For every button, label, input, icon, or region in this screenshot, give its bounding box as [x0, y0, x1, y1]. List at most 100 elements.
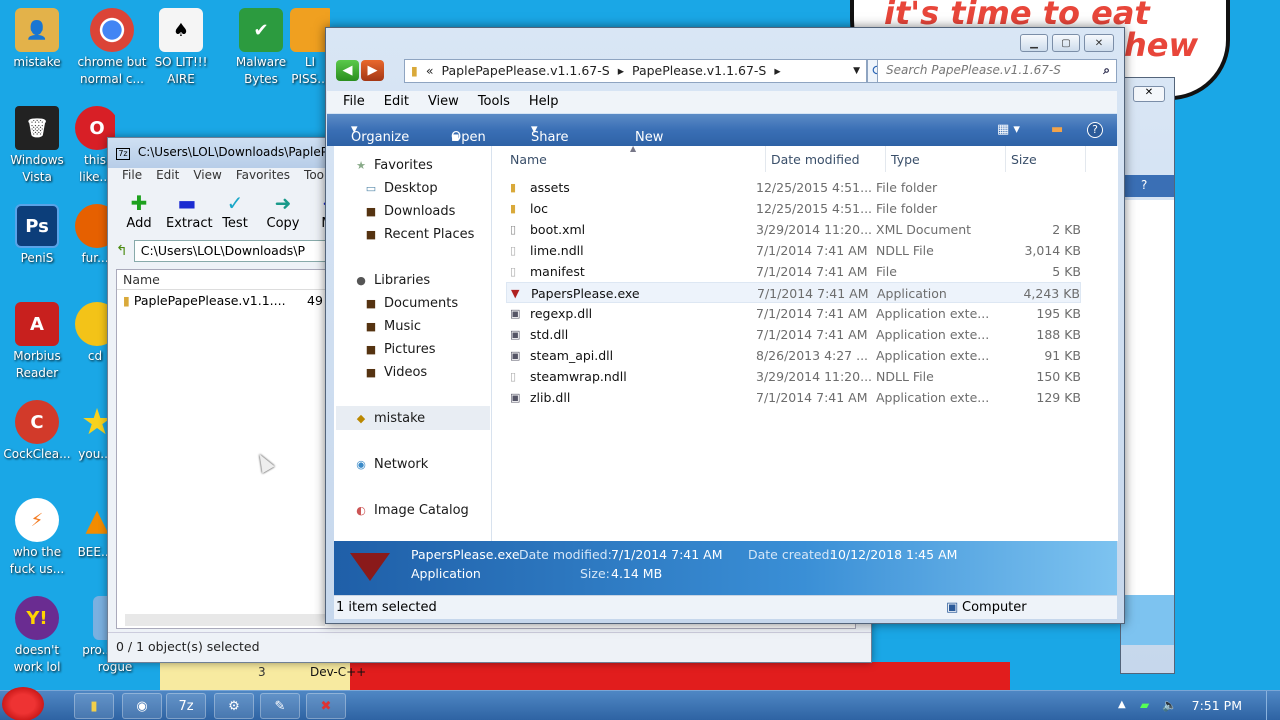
file-type: File folder — [876, 180, 938, 195]
help-icon[interactable]: ? — [1087, 122, 1103, 138]
add-button[interactable]: ✚ Add — [118, 190, 160, 234]
7zip-menu-file[interactable]: File — [122, 168, 142, 186]
file-name: std.dll — [530, 327, 569, 342]
taskbar-explorer[interactable]: ▮ — [74, 693, 114, 719]
file-date-modified: 3/29/2014 11:20... — [756, 369, 873, 384]
desktop-icon-photoshop[interactable]: Ps PeniS — [0, 204, 74, 267]
preview-pane-icon[interactable]: ▬ — [1051, 122, 1063, 137]
nav-image-catalog[interactable]: ◐ Image Catalog — [354, 503, 469, 518]
file-row[interactable]: ▯ boot.xml 3/29/2014 11:20... XML Document 2… — [506, 219, 1081, 240]
desktop-icon-recycle-bin[interactable]: 🗑 Windows Vista — [0, 106, 74, 186]
maximize-button[interactable]: ▢ — [1052, 34, 1080, 52]
7zip-menu-edit[interactable]: Edit — [156, 168, 179, 186]
breadcrumb-item[interactable]: PapePlease.v1.1.67-S — [632, 63, 766, 79]
share-with-button[interactable]: Share with ▾ — [531, 122, 569, 160]
7zip-status-bar: 0 / 1 object(s) selected — [108, 632, 871, 662]
chevron-right-icon[interactable]: ▸ — [618, 63, 624, 79]
details-date-created: 10/12/2018 1:45 AM — [830, 547, 958, 562]
column-type[interactable]: Type — [891, 152, 920, 167]
nav-libraries[interactable]: ● Libraries — [354, 273, 430, 288]
show-desktop-button[interactable] — [1266, 691, 1280, 720]
help-icon[interactable]: ? — [1141, 178, 1147, 192]
column-name[interactable]: Name — [510, 152, 547, 167]
nav-recent-places[interactable]: ■ Recent Places — [364, 227, 475, 242]
back-button[interactable]: ◀ — [336, 60, 359, 81]
address-bar[interactable]: ▮ « PaplePapePlease.v1.1.67-S ▸ PapePlea… — [404, 59, 867, 83]
explorer-window[interactable]: ▁ ▢ ✕ ◀ ▶ ▮ « PaplePapePlease.v1.1.67-S … — [325, 27, 1125, 624]
file-icon: ▯ — [510, 370, 517, 383]
file-row[interactable]: ▣ steam_api.dll 8/26/2013 4:27 ... Applicat… — [506, 345, 1081, 366]
desktop-icon-mistake[interactable]: 👤 mistake — [0, 8, 74, 71]
desktop-icon-solitaire[interactable]: ♠ SO LIT!!! AIRE — [144, 8, 218, 88]
nav-videos[interactable]: ■ Videos — [364, 365, 427, 380]
volume-icon[interactable]: 🔈 — [1162, 698, 1177, 712]
nav-pictures[interactable]: ■ Pictures — [364, 342, 436, 357]
file-row[interactable]: ▮ assets 12/25/2015 4:51... File folder — [506, 177, 1081, 198]
close-button[interactable]: ✕ — [1084, 34, 1114, 52]
folder-up-icon[interactable]: ↰ — [116, 243, 128, 259]
desktop-icon-yahoo[interactable]: Y! doesn't work lol — [0, 596, 74, 676]
desktop-icon-avast[interactable]: ⚡ who the fuck us... — [0, 498, 74, 578]
file-date-modified: 12/25/2015 4:51... — [756, 180, 873, 195]
horizontal-scrollbar[interactable] — [125, 614, 325, 626]
menu-edit[interactable]: Edit — [384, 94, 409, 113]
nav-favorites[interactable]: ★ Favorites — [354, 158, 433, 173]
search-input[interactable]: Search PapePlease.v1.1.67-S ⌕ — [877, 59, 1117, 83]
forward-button[interactable]: ▶ — [361, 60, 384, 81]
nav-desktop[interactable]: ▭ Desktop — [364, 181, 438, 196]
menu-file[interactable]: File — [343, 94, 365, 113]
taskbar-clock[interactable]: 7:51 PM — [1192, 698, 1242, 713]
nav-network[interactable]: ◉ Network — [354, 457, 428, 472]
nav-music[interactable]: ■ Music — [364, 319, 421, 334]
battery-icon[interactable]: ▰ — [1140, 698, 1149, 712]
background-window[interactable]: ✕ ? — [1120, 77, 1175, 674]
file-row[interactable]: ▯ lime.ndll 7/1/2014 7:41 AM NDLL File 3,014… — [506, 240, 1081, 261]
7zip-menu-view[interactable]: View — [193, 168, 221, 186]
file-row[interactable]: ▮ loc 12/25/2015 4:51... File folder — [506, 198, 1081, 219]
folder-icon: ▮ — [411, 63, 418, 78]
7zip-menu-favorites[interactable]: Favorites — [236, 168, 290, 186]
test-button[interactable]: ✓ Test — [214, 190, 256, 234]
file-size: 2 KB — [1052, 222, 1081, 237]
file-row[interactable]: ▣ zlib.dll 7/1/2014 7:41 AM Application ext… — [506, 387, 1081, 408]
solitaire-icon: ♠ — [159, 8, 203, 52]
start-button[interactable] — [2, 687, 44, 720]
search-icon[interactable]: ⌕ — [1103, 63, 1110, 78]
menu-help[interactable]: Help — [529, 94, 559, 113]
view-options-icon[interactable]: ▦ ▾ — [997, 122, 1020, 137]
file-row[interactable]: ▣ std.dll 7/1/2014 7:41 AM Application exte… — [506, 324, 1081, 345]
desktop-icon-malwarebytes[interactable]: ✔ Malware Bytes — [224, 8, 298, 88]
desktop-icon-game[interactable]: LI PISS... — [290, 8, 330, 88]
minimize-button[interactable]: ▁ — [1020, 34, 1048, 52]
file-size: 129 KB — [1036, 390, 1081, 405]
nav-downloads[interactable]: ■ Downloads — [364, 204, 456, 219]
column-date-modified[interactable]: Date modified — [771, 152, 860, 167]
menu-tools[interactable]: Tools — [478, 94, 510, 113]
plus-icon: ✚ — [130, 191, 148, 215]
close-icon[interactable]: ✕ — [1133, 86, 1165, 102]
desktop-icon-chrome[interactable]: chrome but normal c... — [75, 8, 149, 88]
taskbar-tool[interactable]: ✎ — [260, 693, 300, 719]
taskbar-chrome[interactable]: ◉ — [122, 693, 162, 719]
taskbar-app[interactable]: ⚙ — [214, 693, 254, 719]
menu-view[interactable]: View — [428, 94, 459, 113]
chevron-right-icon[interactable]: ▸ — [774, 63, 780, 79]
desktop-icon-ccleaner[interactable]: C CockClea... — [0, 400, 74, 463]
file-row[interactable]: ▯ manifest 7/1/2014 7:41 AM File 5 KB — [506, 261, 1081, 282]
nav-documents[interactable]: ■ Documents — [364, 296, 458, 311]
chevron-down-icon[interactable]: ▼ — [853, 66, 860, 76]
taskbar-papers-please[interactable]: ✖ — [306, 693, 346, 719]
breadcrumb-item[interactable]: PaplePapePlease.v1.1.67-S — [442, 63, 610, 79]
taskbar-7zip[interactable]: 7z — [166, 693, 206, 719]
nav-user-mistake[interactable]: ◆ mistake — [354, 411, 425, 426]
extract-button[interactable]: ▬ Extract — [166, 190, 213, 234]
column-size[interactable]: Size — [1011, 152, 1037, 167]
organize-button[interactable]: Organize ▾ — [351, 122, 409, 145]
file-list[interactable]: Name ▲ Date modified Type Size ▮ assets 12… — [492, 144, 1118, 541]
chevron-up-icon[interactable]: ▲ — [1118, 699, 1126, 710]
file-row[interactable]: ▼ PapersPlease.exe 7/1/2014 7:41 AM Applica… — [506, 282, 1081, 303]
file-row[interactable]: ▯ steamwrap.ndll 3/29/2014 11:20... NDLL Fi… — [506, 366, 1081, 387]
copy-button[interactable]: ➜ Copy — [262, 190, 304, 234]
file-row[interactable]: ▣ regexp.dll 7/1/2014 7:41 AM Application e… — [506, 303, 1081, 324]
desktop-icon-reader[interactable]: A Morbius Reader — [0, 302, 74, 382]
